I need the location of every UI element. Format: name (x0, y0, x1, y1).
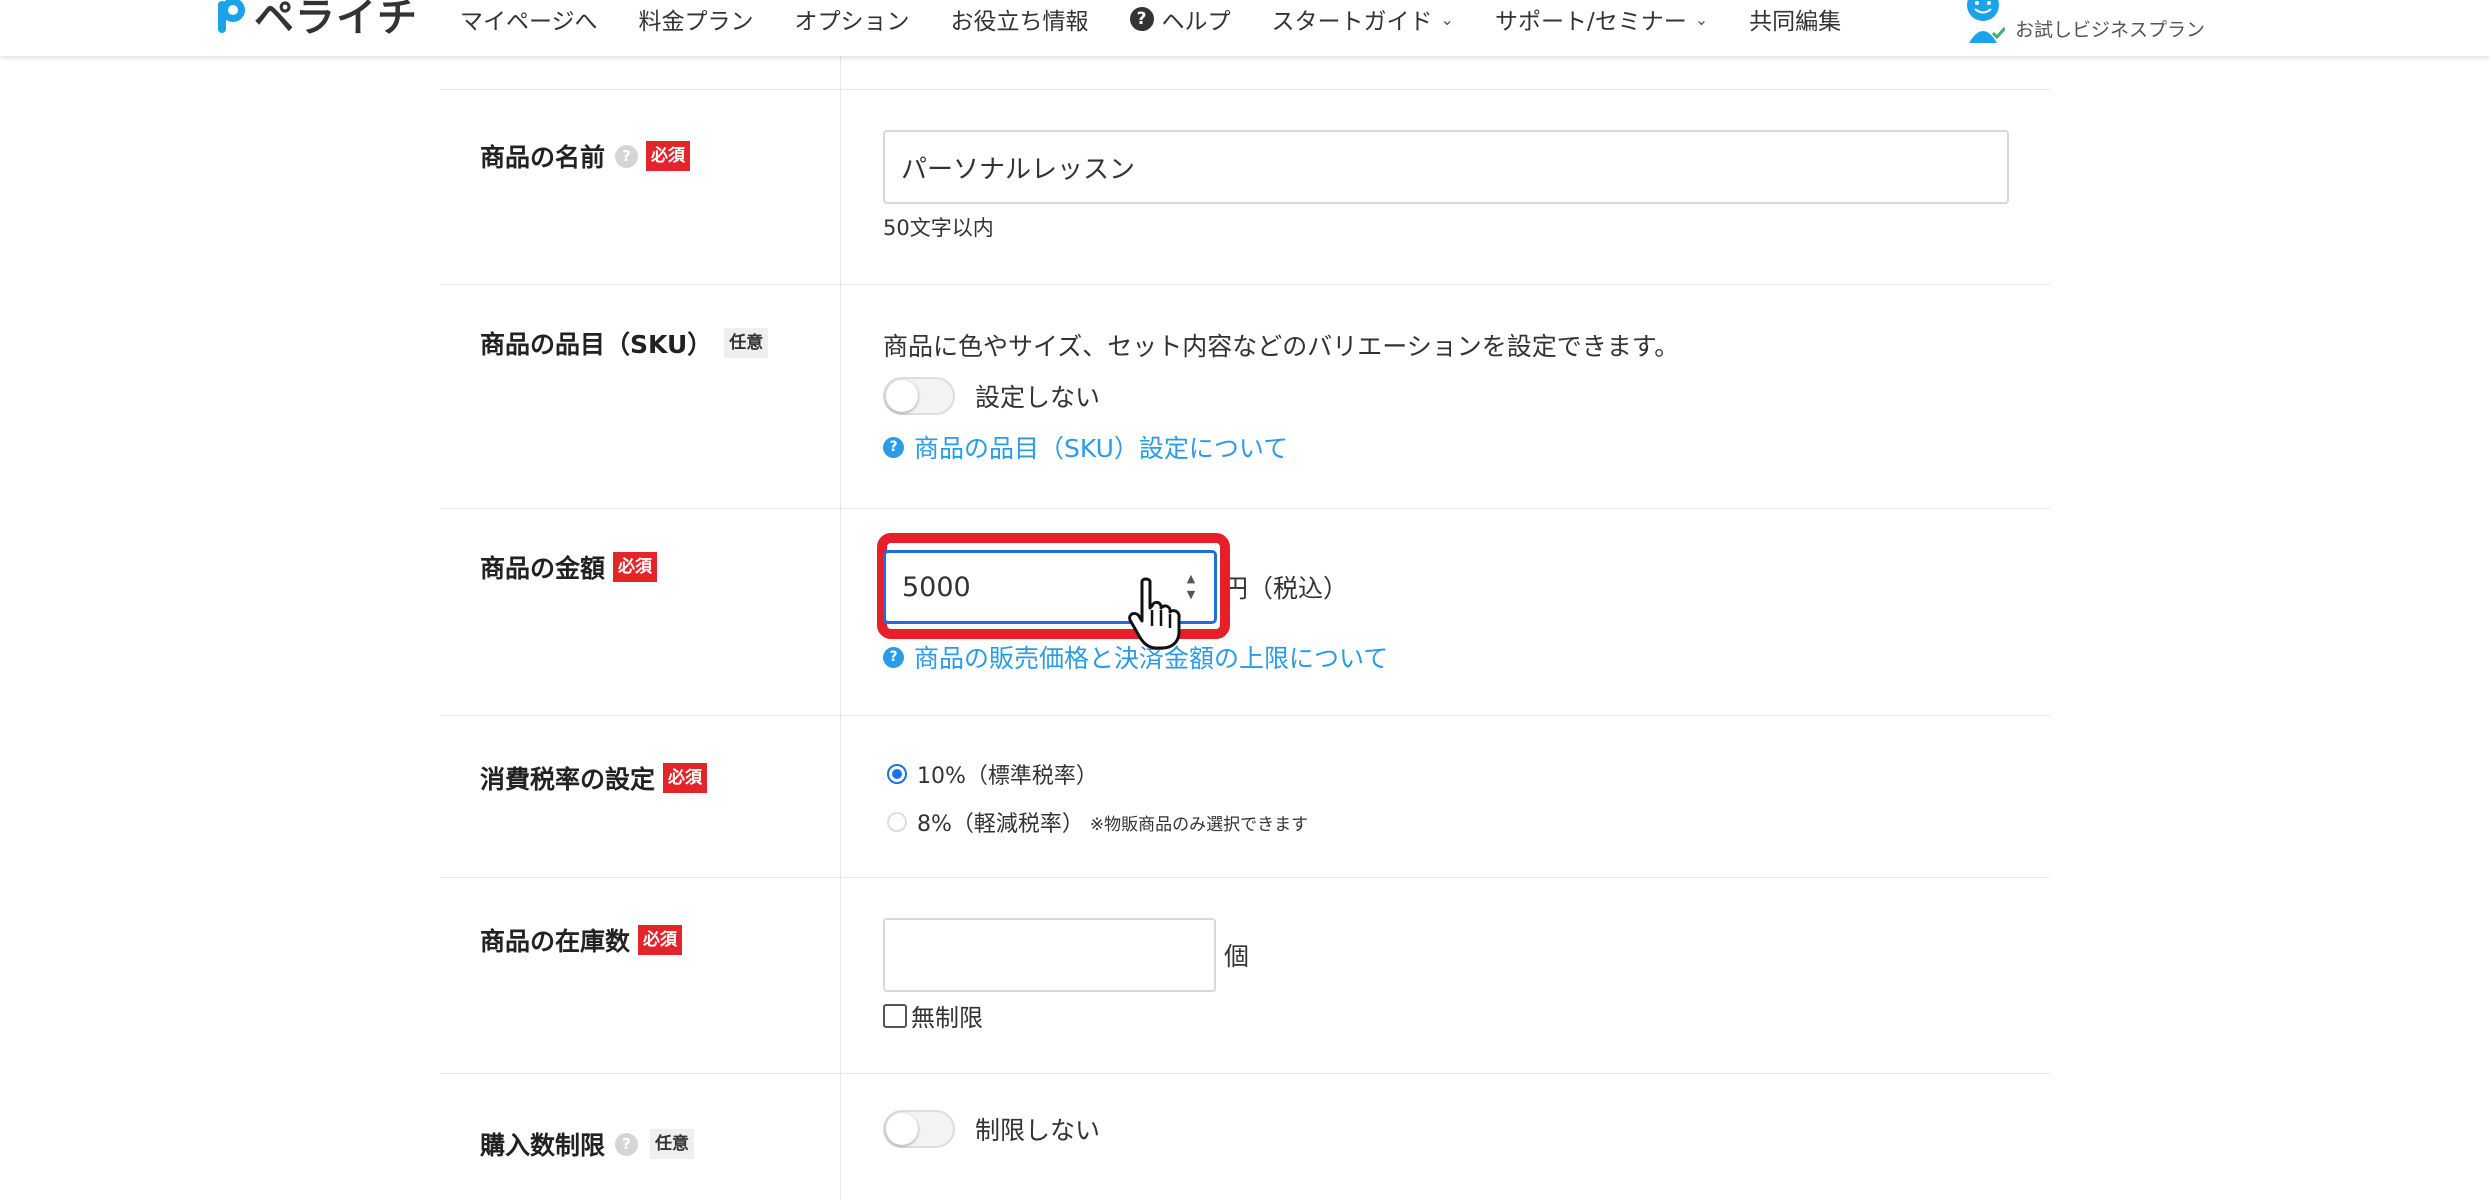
input-value: 5000 (902, 571, 971, 603)
stock-input[interactable] (883, 918, 1216, 992)
tax-options: 10%（標準税率） 8%（軽減税率） ※物販商品のみ選択できます (887, 758, 1308, 838)
required-badge: 必須 (638, 925, 683, 955)
label-price: 商品の金額 必須 (480, 549, 658, 585)
product-name-input[interactable]: パーソナルレッスン (883, 130, 2009, 204)
link-text: 商品の品目（SKU）設定について (914, 434, 1289, 463)
plan-label: お試しビジネスプラン (2015, 0, 2205, 44)
optional-badge: 任意 (724, 328, 769, 358)
nav-label: オプション (794, 9, 910, 35)
radio-note: ※物販商品のみ選択できます (1089, 814, 1309, 835)
question-icon[interactable]: ? (615, 1132, 639, 1156)
stock-unit: 個 (1224, 942, 1250, 971)
nav-label: スタートガイド (1271, 9, 1433, 35)
purchase-limit-toggle-label: 制限しない (975, 1116, 1101, 1145)
row-stock: 商品の在庫数 必須 個 無制限 (440, 878, 2050, 1074)
purchase-limit-toggle[interactable] (883, 1110, 955, 1148)
nav-useful-info[interactable]: お役立ち情報 (951, 2, 1089, 36)
name-hint: 50文字以内 (883, 216, 994, 240)
checkbox-label: 無制限 (911, 1004, 983, 1032)
nav-help[interactable]: ? ヘルプ (1129, 2, 1231, 36)
unlimited-checkbox[interactable] (883, 1003, 907, 1028)
logo-text: ペライチ (254, 0, 418, 41)
product-form: 商品の名前 ? 必須 パーソナルレッスン 50文字以内 商品の品目（SKU） 任… (440, 56, 2050, 1200)
optional-badge: 任意 (650, 1129, 695, 1159)
nav-collab-edit[interactable]: 共同編集 (1749, 2, 1841, 36)
tax-option-8[interactable]: 8%（軽減税率） ※物販商品のみ選択できます (887, 806, 1308, 838)
form-top-spacer (440, 56, 2050, 90)
logo[interactable]: ペライチ (214, 0, 418, 42)
label-text: 商品の金額 (480, 554, 606, 583)
chevron-down-icon: ⌄ (1694, 9, 1709, 29)
top-header: ペライチ マイページへ 料金プラン オプション お役立ち情報 ? ヘルプ スタート… (0, 0, 2490, 56)
help-icon: ? (1129, 7, 1154, 31)
field-stock: 個 無制限 (883, 918, 1249, 1033)
radio-label: 10%（標準税率） (917, 764, 1098, 789)
nav-label: マイページへ (460, 9, 598, 35)
logo-icon (214, 0, 248, 35)
nav-pricing[interactable]: 料金プラン (639, 2, 754, 36)
plan-name: お試しビジネスプラン (2015, 19, 2206, 41)
nav-mypage[interactable]: マイページへ (460, 2, 598, 36)
label-stock: 商品の在庫数 必須 (480, 922, 683, 958)
label-product-name: 商品の名前 ? 必須 (480, 138, 691, 174)
label-text: 商品の品目（SKU） (480, 330, 713, 359)
question-icon: ? (883, 436, 904, 458)
main-nav: マイページへ 料金プラン オプション お役立ち情報 ? ヘルプ スタートガイド ⌄ … (460, 2, 1882, 36)
question-icon: ? (883, 646, 904, 668)
nav-start-guide[interactable]: スタートガイド ⌄ (1272, 2, 1454, 36)
radio-8[interactable] (887, 812, 907, 832)
nav-label: 料金プラン (638, 9, 754, 35)
input-value: パーソナルレッスン (901, 154, 1136, 185)
required-badge: 必須 (646, 141, 691, 171)
label-text: 消費税率の設定 (480, 765, 656, 794)
user-menu[interactable]: お試しビジネスプラン (1965, 0, 2205, 44)
field-sku: 商品に色やサイズ、セット内容などのバリエーションを設定できます。 設定しない ?… (883, 327, 1679, 465)
nav-label: お役立ち情報 (950, 9, 1089, 35)
radio-10[interactable] (887, 764, 907, 784)
row-product-name: 商品の名前 ? 必須 パーソナルレッスン 50文字以内 (440, 90, 2050, 285)
label-text: 商品の名前 (480, 143, 606, 172)
label-sku: 商品の品目（SKU） 任意 (480, 325, 769, 361)
question-icon[interactable]: ? (615, 144, 639, 168)
field-product-name: パーソナルレッスン 50文字以内 (883, 130, 2009, 242)
label-tax: 消費税率の設定 必須 (480, 760, 708, 796)
row-price: 商品の金額 必須 円（税込） ? 商品の販売価格と決済金額の上限について (440, 509, 2050, 716)
required-badge: 必須 (613, 552, 658, 582)
sku-description: 商品に色やサイズ、セット内容などのバリエーションを設定できます。 (883, 332, 1680, 361)
label-text: 購入数制限 (480, 1131, 606, 1160)
hand-cursor-icon (1128, 576, 1194, 652)
required-badge: 必須 (663, 763, 708, 793)
sku-toggle[interactable] (883, 377, 955, 415)
nav-label: サポート/セミナー (1494, 9, 1687, 35)
tax-option-10[interactable]: 10%（標準税率） (887, 758, 1308, 790)
label-text: 商品の在庫数 (480, 927, 631, 956)
nav-label: 共同編集 (1749, 9, 1842, 35)
nav-label: ヘルプ (1161, 9, 1231, 35)
price-unit: 円（税込） (1223, 569, 1348, 605)
chevron-down-icon: ⌄ (1440, 9, 1454, 29)
price-unit-text: 円（税込） (1223, 574, 1349, 603)
nav-support-seminar[interactable]: サポート/セミナー ⌄ (1495, 2, 1708, 36)
nav-options[interactable]: オプション (795, 2, 910, 36)
row-sku: 商品の品目（SKU） 任意 商品に色やサイズ、セット内容などのバリエーションを設… (440, 285, 2050, 509)
radio-label: 8%（軽減税率） (917, 812, 1084, 837)
row-tax: 消費税率の設定 必須 10%（標準税率） 8%（軽減税率） ※物販商品のみ選択で… (440, 716, 2050, 878)
label-purchase-limit: 購入数制限 ? 任意 (480, 1126, 695, 1162)
field-purchase-limit: 制限しない (883, 1110, 1100, 1148)
unlimited-option[interactable]: 無制限 (883, 998, 1249, 1033)
sku-help-link[interactable]: ? 商品の品目（SKU）設定について (883, 429, 1679, 465)
avatar (1965, 0, 2007, 43)
sku-toggle-label: 設定しない (975, 383, 1101, 412)
row-purchase-limit: 購入数制限 ? 任意 制限しない (440, 1074, 2050, 1200)
